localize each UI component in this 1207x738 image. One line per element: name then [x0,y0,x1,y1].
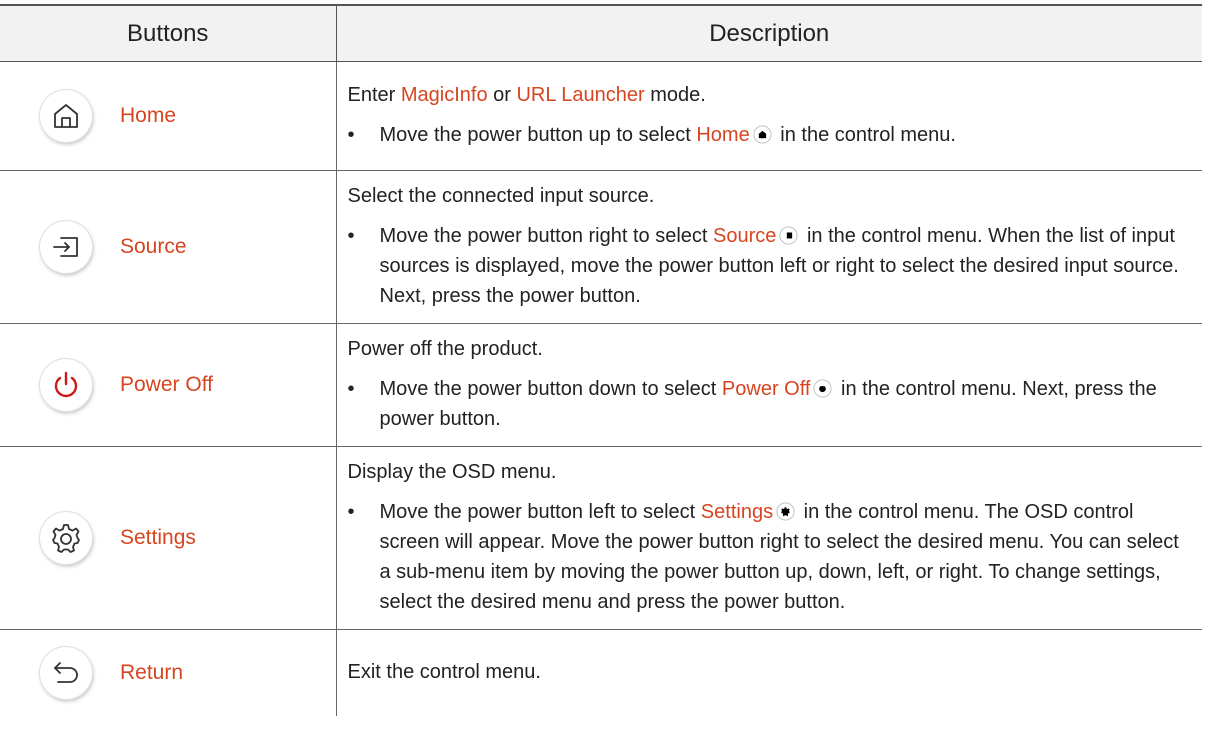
table-row: Return Exit the control menu. [0,629,1202,716]
bullet-text: Move the power button right to select So… [380,221,1203,311]
button-cell: Home [0,61,337,171]
bullet-text: Move the power button up to select Home … [380,120,1203,150]
desc-text: or [487,84,517,106]
header-description: Description [336,4,1202,62]
bullet-item: • Move the power button down to select Po… [348,374,1203,434]
bullet-item: • Move the power button right to select S… [348,221,1203,311]
desc-text: in the control menu. [774,124,956,146]
source-icon [40,221,92,273]
bullet-dot: • [347,124,355,146]
desc-text: Select the connected input source. [347,185,655,207]
highlight-text: Source [713,225,777,247]
table-row: Source Select the connected input source.… [0,170,1203,324]
button-cell: Settings [0,446,337,630]
desc-text: Move the power button down to select [379,378,722,400]
bullet-text: Move the power button left to select Set… [380,497,1203,617]
bullet-dot: • [347,501,355,523]
button-name: Home [120,104,177,127]
description-cell: Power off the product. • Move the power bu… [336,323,1203,447]
description-cell: Display the OSD menu. • Move the power but… [336,446,1203,630]
description-text: Enter MagicInfo or URL Launcher mode. [348,80,1203,110]
description-text: Exit the control menu. [348,657,1203,687]
table-header-row: Buttons Description [0,4,1202,62]
highlight-text: Power Off [721,378,811,400]
home-icon [40,90,92,142]
source-icon [779,224,798,245]
power-icon [813,377,833,398]
description-cell: Enter MagicInfo or URL Launcher mode. • Mo… [336,61,1203,171]
description-cell: Exit the control menu. [336,630,1202,716]
bullet-dot: • [347,225,355,247]
desc-text: Display the OSD menu. [347,461,557,483]
description-text: Power off the product. [348,334,1203,364]
gear-icon [40,512,92,564]
desc-text: mode. [644,84,706,106]
desc-text: Enter [347,84,401,106]
button-name: Power Off [120,373,213,396]
table-row: Settings Display the OSD menu. • Move the p… [0,446,1203,630]
desc-text: Move the power button up to select [379,124,697,146]
table-row: Home Enter MagicInfo or URL Launcher mode… [0,61,1203,171]
button-name: Settings [120,526,196,549]
highlight-text: URL Launcher [516,84,645,106]
button-name: Return [120,660,184,684]
bullet-item: • Move the power button left to select Se… [348,497,1203,617]
description-text: Display the OSD menu. [348,457,1203,487]
desc-text: Move the power button left to select [379,501,701,523]
description-text: Select the connected input source. [348,181,1203,211]
bullet-item: • Move the power button up to select Home… [348,120,1203,150]
desc-text: Exit the control menu. [347,660,541,683]
button-name: Source [120,235,187,258]
button-cell: Source [0,170,337,324]
button-cell: Return [0,629,337,716]
table-row: Power Off Power off the product. • Move the… [0,323,1203,447]
button-cell: Power Off [0,323,337,447]
home-icon [753,123,772,144]
gear-icon [776,500,795,521]
header-buttons: Buttons [0,4,337,62]
highlight-text: Settings [700,501,774,523]
highlight-text: MagicInfo [400,84,488,106]
power-icon [40,359,92,411]
highlight-text: Home [696,124,750,146]
return-icon [40,646,92,699]
bullet-text: Move the power button down to select Pow… [380,374,1203,434]
desc-text: Power off the product. [347,338,543,360]
bullet-dot: • [347,378,355,400]
description-cell: Select the connected input source. • Move … [336,170,1203,324]
buttons-table: Buttons Description Home Enter MagicInfo … [0,4,1202,716]
desc-text: Move the power button right to select [379,225,714,247]
